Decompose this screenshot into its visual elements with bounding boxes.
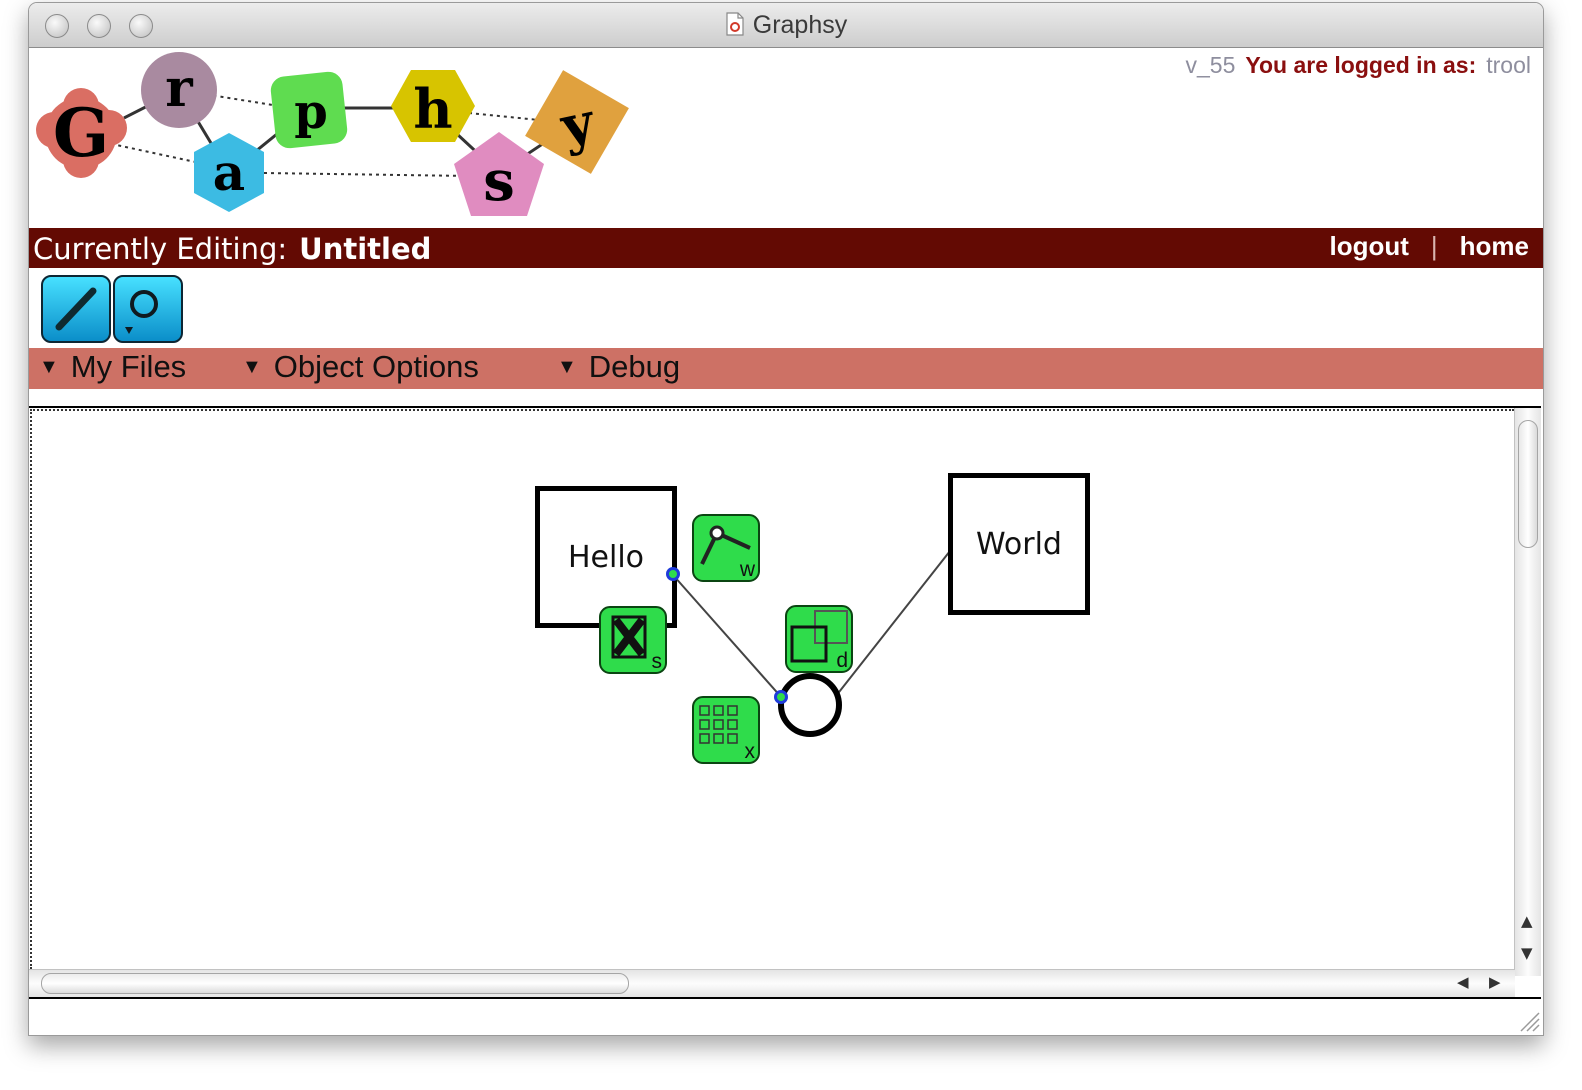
logo-letter-h: h xyxy=(391,70,475,142)
vertical-scrollbar[interactable]: ▲ ▼ xyxy=(1514,408,1541,976)
home-link[interactable]: home xyxy=(1460,231,1529,261)
menu-my-files[interactable]: ▼ My Files xyxy=(39,349,186,385)
status-bar xyxy=(29,1000,1543,1035)
svg-text:a: a xyxy=(213,143,245,202)
document-name: Untitled xyxy=(299,232,432,266)
edges-layer xyxy=(672,550,951,702)
logo-letter-a: a xyxy=(194,133,264,212)
menu-object-options-label: Object Options xyxy=(273,349,479,384)
edge-handle-hello[interactable] xyxy=(666,567,680,581)
scroll-right-arrow-icon[interactable]: ▶ xyxy=(1489,973,1501,991)
graphsy-logo: G r a p h s y xyxy=(36,52,629,216)
logo-letter-y: y xyxy=(525,70,629,174)
draw-edge-button[interactable]: w xyxy=(692,514,760,582)
logo-letter-g: G xyxy=(36,88,127,178)
svg-text:G: G xyxy=(53,94,109,172)
disclosure-triangle-icon: ▼ xyxy=(39,356,59,378)
toolbar xyxy=(29,268,1543,348)
resize-grip-icon[interactable] xyxy=(1515,1007,1541,1033)
node-hello-label: Hello xyxy=(567,539,645,575)
horizontal-scroll-thumb[interactable] xyxy=(41,973,629,994)
window-title-text: Graphsy xyxy=(752,11,848,39)
disclosure-triangle-icon: ▼ xyxy=(242,356,262,378)
scroll-down-arrow-icon[interactable]: ▼ xyxy=(1521,944,1533,962)
logo-letter-r: r xyxy=(141,52,217,128)
node-world[interactable]: World xyxy=(948,473,1090,615)
top-nav: logout | home xyxy=(1329,231,1529,262)
username: trool xyxy=(1486,52,1531,78)
disclosure-triangle-icon: ▼ xyxy=(557,356,577,378)
editing-bar: Currently Editing: Untitled logout | home xyxy=(29,228,1543,268)
nav-separator: | xyxy=(1430,231,1438,261)
edge-hello-circle xyxy=(672,574,783,699)
duplicate-shortcut: d xyxy=(836,649,848,672)
svg-text:p: p xyxy=(294,84,328,140)
duplicate-button[interactable]: d xyxy=(785,605,853,673)
draw-edge-shortcut: w xyxy=(739,558,755,581)
scroll-up-arrow-icon[interactable]: ▲ xyxy=(1521,912,1533,930)
logged-in-label: You are logged in as: xyxy=(1245,52,1477,78)
horizontal-scrollbar[interactable]: ◀ ▶ xyxy=(29,969,1515,997)
grid-button[interactable]: x xyxy=(692,696,760,764)
menu-my-files-label: My Files xyxy=(70,349,187,384)
window-title: Graphsy xyxy=(29,11,1543,43)
menu-bar: ▼ My Files ▼ Object Options ▼ Debug xyxy=(29,348,1543,389)
node-tool-button[interactable] xyxy=(113,275,183,343)
version-label: v_55 xyxy=(1185,52,1236,78)
line-icon xyxy=(55,287,97,331)
node-circle[interactable] xyxy=(778,673,842,737)
svg-text:r: r xyxy=(165,58,193,119)
logo-letter-p: p xyxy=(270,71,348,149)
grid-shortcut: x xyxy=(744,740,756,763)
logout-link[interactable]: logout xyxy=(1329,231,1408,261)
edge-handle-circle[interactable] xyxy=(774,690,788,704)
currently-editing: Currently Editing: Untitled xyxy=(33,232,431,266)
header: G r a p h s y v_55 You are logged in as:… xyxy=(29,48,1543,228)
delete-shortcut: s xyxy=(651,650,663,673)
canvas-area: Hello World w s d x ▲ ▼ ◀ ▶ xyxy=(29,406,1541,999)
svg-text:s: s xyxy=(483,148,515,214)
scroll-left-arrow-icon[interactable]: ◀ xyxy=(1457,973,1469,991)
delete-button[interactable]: s xyxy=(599,606,667,674)
currently-editing-label: Currently Editing: xyxy=(33,232,288,266)
user-info: v_55 You are logged in as: trool xyxy=(1185,52,1531,79)
title-bar[interactable]: Graphsy xyxy=(29,3,1543,48)
edge-tool-button[interactable] xyxy=(41,275,111,343)
java-document-icon xyxy=(725,12,745,43)
menu-debug[interactable]: ▼ Debug xyxy=(557,349,680,385)
circle-icon xyxy=(125,290,158,334)
graph-canvas[interactable]: Hello World w s d x xyxy=(30,409,1514,969)
menu-object-options[interactable]: ▼ Object Options xyxy=(242,349,479,385)
menu-debug-label: Debug xyxy=(588,349,681,384)
node-world-label: World xyxy=(976,526,1062,562)
app-window: Graphsy G r a p h s y v_55 You are logge… xyxy=(28,2,1544,1036)
vertical-scroll-thumb[interactable] xyxy=(1518,420,1538,548)
svg-text:h: h xyxy=(413,77,452,141)
